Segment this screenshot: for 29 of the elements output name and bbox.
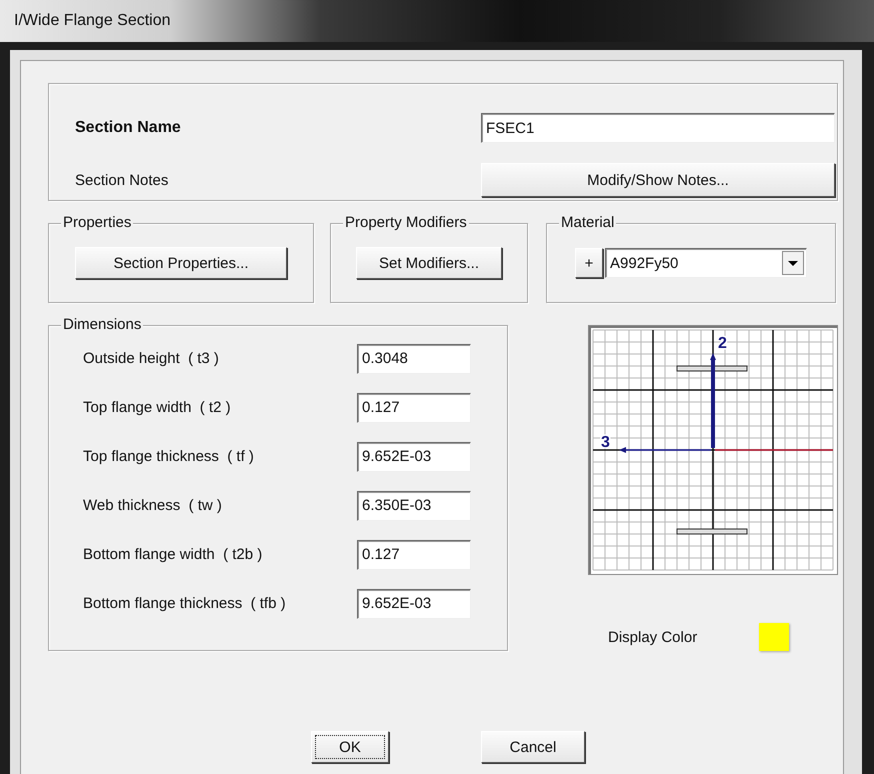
dimension-field[interactable]: 0.127 [357, 540, 471, 570]
display-color-swatch[interactable] [759, 623, 790, 651]
window-title: I/Wide Flange Section [14, 12, 171, 30]
dimension-label: Outside height ( t3 ) [83, 350, 220, 367]
dimension-label: Web thickness ( tw ) [83, 497, 223, 514]
dimension-field[interactable]: 9.652E-03 [357, 442, 471, 472]
dimension-label: Top flange width ( t2 ) [83, 399, 232, 416]
section-name-label: Section Name [75, 119, 182, 137]
material-dropdown[interactable]: A992Fy50 [605, 248, 807, 278]
display-color-label: Display Color [608, 628, 698, 646]
dimension-field[interactable]: 6.350E-03 [357, 490, 471, 520]
dimension-label: Bottom flange width ( t2b ) [83, 546, 264, 563]
set-modifiers-button[interactable]: Set Modifiers... [356, 247, 502, 279]
axis-label: 2 [718, 335, 727, 352]
axis-label: 3 [601, 434, 610, 451]
dimension-field[interactable]: 0.3048 [357, 344, 471, 374]
ok-button[interactable]: OK [311, 731, 389, 763]
section-properties-button[interactable]: Section Properties... [75, 247, 287, 279]
group-title: Property Modifiers [343, 214, 469, 232]
dimension-label: Bottom flange thickness ( tfb ) [83, 595, 287, 612]
dimension-label: Top flange thickness ( tf ) [83, 448, 255, 465]
section-notes-label: Section Notes [75, 172, 170, 188]
dimension-field[interactable]: 0.127 [357, 392, 471, 422]
modify-notes-button[interactable]: Modify/Show Notes... [481, 163, 835, 197]
cancel-button[interactable]: Cancel [481, 731, 585, 763]
section-name-field[interactable]: FSEC1 [481, 113, 835, 143]
add-material-button[interactable]: + [575, 248, 603, 278]
dimension-field[interactable]: 9.652E-03 [357, 588, 471, 618]
group-title: Properties [61, 214, 134, 232]
